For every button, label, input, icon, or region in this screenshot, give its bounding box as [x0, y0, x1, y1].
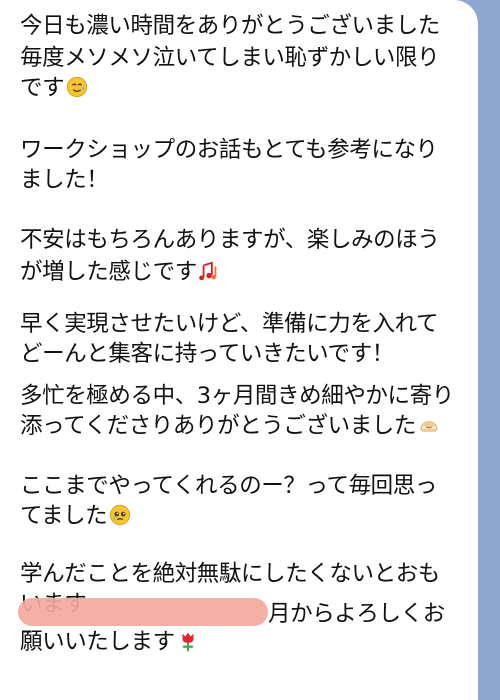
message-line-14: 学んだことを絶対無駄にしたくないとおも: [20, 561, 440, 587]
message-line-4: ワークショップのお話もとても参考になり: [20, 137, 438, 163]
message-line-1: 今日も濃い時間をありがとうございました: [20, 13, 440, 39]
message-line-17: 願いいたします: [20, 628, 199, 656]
message-line-10: 多忙を極める中、3ヶ月間きめ細やかに寄り: [20, 383, 454, 409]
message-line-11-text: 添ってくださりありがとうございました: [20, 413, 417, 439]
message-line-5: ました！: [20, 167, 109, 193]
message-line-17-text: 願いいたします: [20, 629, 175, 655]
message-line-9: どーんと集客に持っていきたいです！: [20, 341, 394, 367]
message-line-2: 毎度メソメソ泣いてしまい恥ずかしい限り: [20, 45, 440, 71]
tulip-emoji-icon: [182, 632, 194, 652]
message-line-3: です: [20, 74, 88, 102]
message-line-13-text: てました: [20, 503, 108, 529]
message-line-16: 月からよろしくお: [268, 601, 445, 627]
message-line-7-text: が増した感じです: [20, 259, 197, 285]
music-notes-emoji-icon: [198, 261, 217, 281]
message-line-3-text: です: [20, 75, 65, 101]
tear-smile-emoji-icon: [67, 76, 88, 98]
bowing-emoji-icon: [420, 420, 438, 432]
message-line-6: 不安はもちろんありますが、楽しみのほう: [20, 227, 440, 253]
redaction-highlight: [18, 598, 268, 626]
teary-face-emoji-icon: [110, 504, 131, 526]
message-line-7: が増した感じです: [20, 258, 221, 286]
message-line-12: ここまでやってくれるのー？って毎回思っ: [20, 473, 437, 499]
message-line-8: 早く実現させたいけど、準備に力を入れて: [20, 311, 439, 337]
message-line-13: てました: [20, 502, 131, 530]
message-line-11: 添ってくださりありがとうございました: [20, 412, 440, 440]
message-bubble[interactable]: 今日も濃い時間をありがとうございました 毎度メソメソ泣いてしまい恥ずかしい限り …: [0, 0, 478, 700]
